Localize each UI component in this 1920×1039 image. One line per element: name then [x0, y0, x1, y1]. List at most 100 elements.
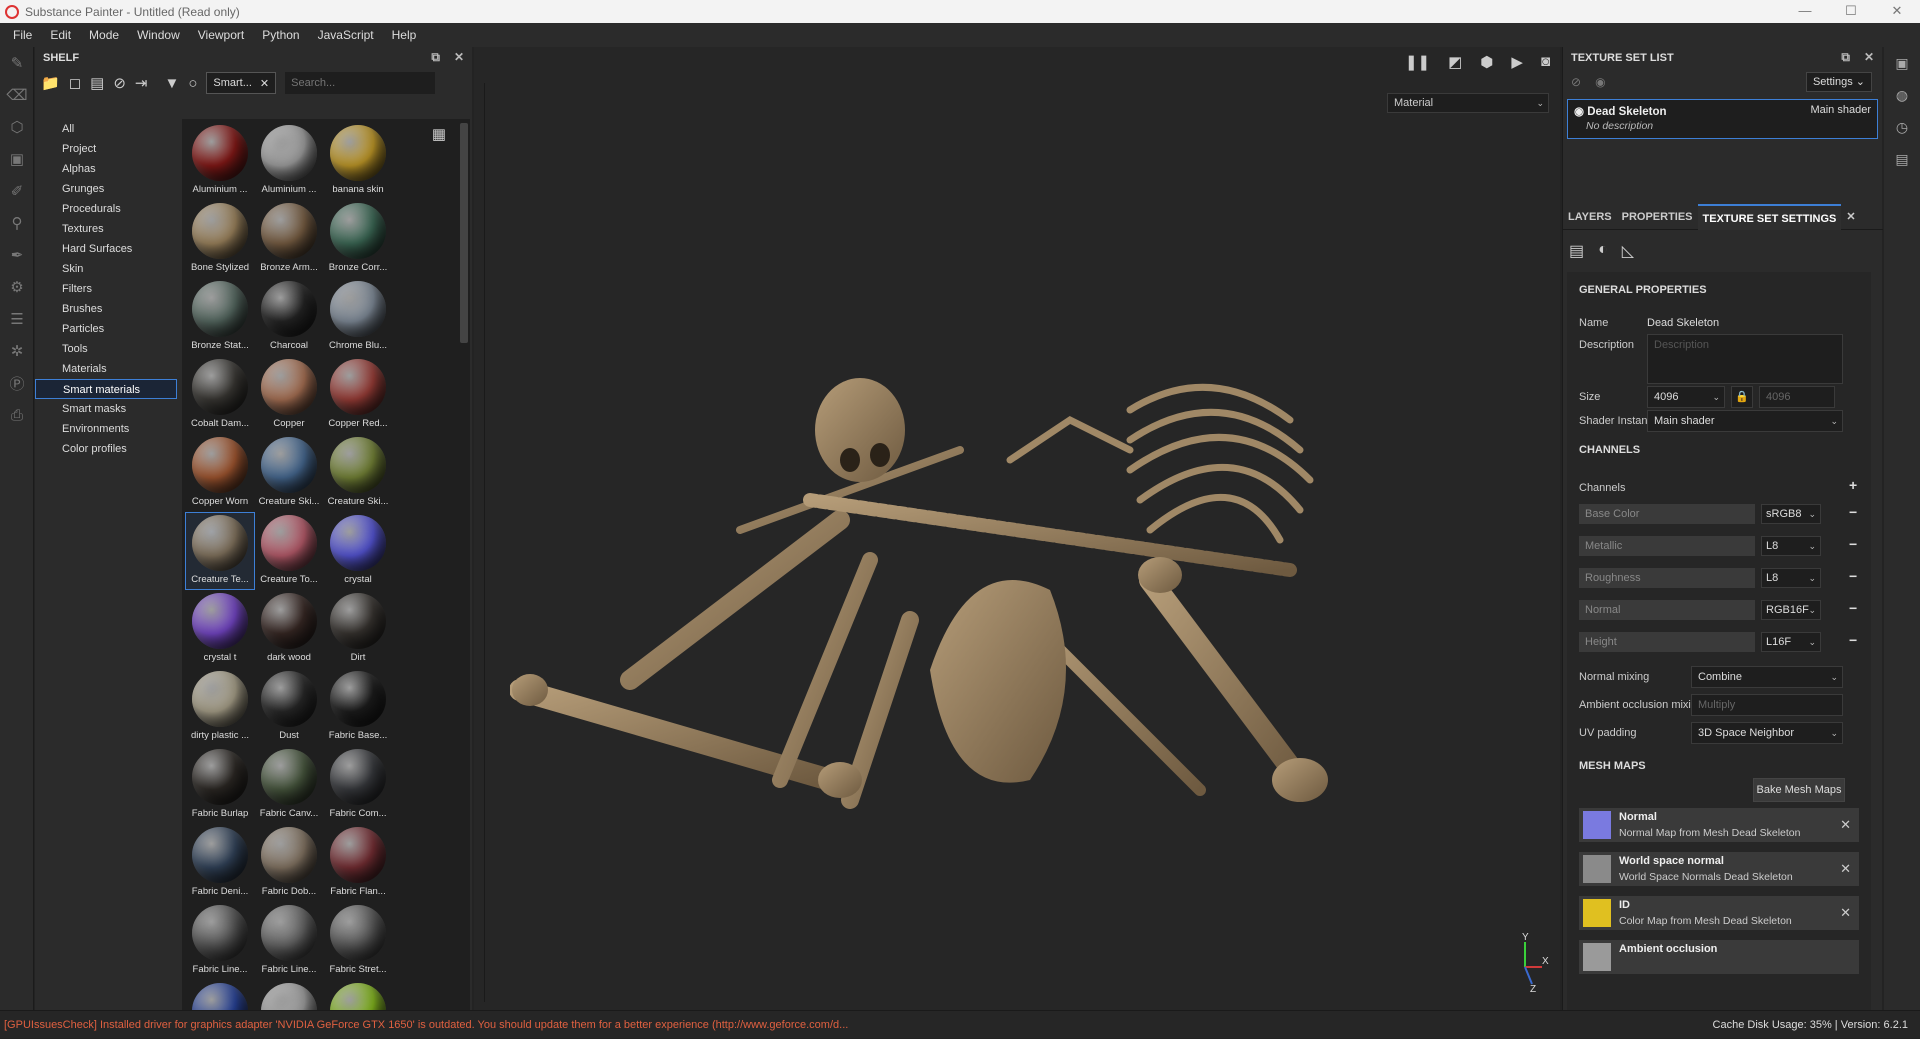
remove-channel-icon[interactable]: −	[1849, 632, 1857, 648]
add-channel-icon[interactable]: +	[1849, 477, 1857, 493]
material-tile[interactable]	[186, 981, 254, 1010]
material-tile[interactable]	[255, 981, 323, 1010]
mesh-map-normal[interactable]: Normal Normal Map from Mesh Dead Skeleto…	[1579, 808, 1859, 842]
material-tile[interactable]: Creature Te...	[185, 512, 255, 590]
remove-channel-icon[interactable]: −	[1849, 568, 1857, 584]
texture-set-shader[interactable]: Main shader	[1810, 104, 1871, 116]
hide-icon[interactable]: ⊘	[1571, 75, 1581, 89]
material-tile[interactable]: Fabric Com...	[324, 747, 392, 823]
smudge-icon[interactable]: ✐	[0, 175, 34, 207]
remove-mesh-map-icon[interactable]: ✕	[1840, 905, 1851, 921]
material-tile[interactable]: Fabric Flan...	[324, 825, 392, 901]
export-icon[interactable]: ⎙	[0, 399, 34, 431]
channel-height[interactable]: Height	[1579, 632, 1755, 652]
view-2d-icon[interactable]: ◩	[1448, 53, 1462, 71]
close-button[interactable]: ✕	[1874, 0, 1920, 23]
camera-icon[interactable]: ▶	[1511, 53, 1523, 71]
category-item[interactable]: All	[35, 119, 177, 139]
material-tile[interactable]: dark wood	[255, 591, 323, 667]
pause-icon[interactable]: ❚❚	[1405, 53, 1430, 71]
category-item[interactable]: Tools	[35, 339, 177, 359]
material-tile[interactable]: Fabric Stret...	[324, 903, 392, 979]
color-picker-icon[interactable]: ✒	[0, 239, 34, 271]
material-tile[interactable]: Bronze Corr...	[324, 201, 392, 277]
texture-set-item[interactable]: ◉ Dead Skeleton Main shader No descripti…	[1567, 99, 1878, 139]
uv-padding-select[interactable]: 3D Space Neighbor ⌄	[1691, 722, 1843, 744]
material-tile[interactable]: Fabric Dob...	[255, 825, 323, 901]
tab-layers[interactable]: LAYERS	[1563, 204, 1617, 230]
material-tile[interactable]: Copper	[255, 357, 323, 433]
category-item[interactable]: Skin	[35, 259, 177, 279]
material-tile[interactable]: Charcoal	[255, 279, 323, 355]
viewport-material-select[interactable]: Material ⌄	[1387, 93, 1549, 113]
channel-format-select[interactable]: sRGB8 ⌄	[1761, 504, 1821, 524]
category-item[interactable]: Environments	[35, 419, 177, 439]
undock-icon[interactable]: ⧉	[1841, 50, 1850, 65]
clear-filter-icon[interactable]: ✕	[260, 77, 269, 90]
undock-icon[interactable]: ⧉	[431, 50, 440, 65]
eye-icon[interactable]: ◉	[1595, 75, 1605, 89]
menu-mode[interactable]: Mode	[80, 28, 128, 42]
material-tile[interactable]: Dust	[255, 669, 323, 745]
material-icon[interactable]: ◐	[1598, 241, 1608, 261]
bake-mesh-maps-button[interactable]: Bake Mesh Maps	[1753, 778, 1845, 802]
projection-icon[interactable]: ⬡	[0, 111, 34, 143]
remove-channel-icon[interactable]: −	[1849, 536, 1857, 552]
filter-icon[interactable]: ▼	[164, 75, 179, 92]
texture-set-icon[interactable]: ▤	[1569, 241, 1584, 261]
material-tile[interactable]: Copper Red...	[324, 357, 392, 433]
menu-help[interactable]: Help	[383, 28, 426, 42]
bake-icon[interactable]: ⚙	[0, 271, 34, 303]
status-error-message[interactable]: [GPUIssuesCheck] Installed driver for gr…	[4, 1019, 848, 1031]
remove-channel-icon[interactable]: −	[1849, 600, 1857, 616]
menu-window[interactable]: Window	[128, 28, 189, 42]
channel-format-select[interactable]: L8 ⌄	[1761, 536, 1821, 556]
uv-icon[interactable]: ◺	[1622, 241, 1634, 261]
settings-dropdown[interactable]: Settings ⌄	[1805, 72, 1872, 92]
view-3d-icon[interactable]: ⬢	[1480, 53, 1493, 71]
mesh-map-id[interactable]: ID Color Map from Mesh Dead Skeleton ✕	[1579, 896, 1859, 930]
material-tile[interactable]: banana skin	[324, 123, 392, 199]
remove-mesh-map-icon[interactable]: ✕	[1840, 861, 1851, 877]
settings-icon[interactable]: ✲	[0, 335, 34, 367]
name-value[interactable]: Dead Skeleton	[1647, 317, 1719, 329]
channel-metallic[interactable]: Metallic	[1579, 536, 1755, 556]
category-item[interactable]: Alphas	[35, 159, 177, 179]
material-tile[interactable]: Aluminium ...	[186, 123, 254, 199]
material-tile[interactable]: Creature Ski...	[324, 435, 392, 511]
log-icon[interactable]: ▤	[1884, 143, 1920, 175]
screenshot-icon[interactable]: ◙	[1541, 53, 1550, 71]
category-item[interactable]: Textures	[35, 219, 177, 239]
category-item[interactable]: Project	[35, 139, 177, 159]
category-item[interactable]: Materials	[35, 359, 177, 379]
shader-instance-select[interactable]: Main shader ⌄	[1647, 410, 1843, 432]
category-item[interactable]: Hard Surfaces	[35, 239, 177, 259]
material-tile[interactable]: Aluminium ...	[255, 123, 323, 199]
close-tab-icon[interactable]: ✕	[1841, 204, 1860, 230]
material-tile[interactable]: Fabric Canv...	[255, 747, 323, 823]
category-item[interactable]: Procedurals	[35, 199, 177, 219]
remove-channel-icon[interactable]: −	[1849, 504, 1857, 520]
menu-javascript[interactable]: JavaScript	[309, 28, 383, 42]
material-tile[interactable]: Copper Worn	[186, 435, 254, 511]
material-tile[interactable]: Bone Stylized	[186, 201, 254, 277]
category-item[interactable]: Particles	[35, 319, 177, 339]
ao-mixing-field[interactable]: Multiply	[1691, 694, 1843, 716]
eraser-icon[interactable]: ⌫	[0, 79, 34, 111]
tab-texture-set-settings[interactable]: TEXTURE SET SETTINGS	[1697, 203, 1842, 230]
category-item[interactable]: Smart masks	[35, 399, 177, 419]
import-icon[interactable]: ▤	[90, 74, 104, 92]
circle-filter-icon[interactable]: ○	[188, 75, 197, 92]
mesh-map-ambient-occlusion[interactable]: Ambient occlusion	[1579, 940, 1859, 974]
category-item[interactable]: Filters	[35, 279, 177, 299]
menu-file[interactable]: File	[4, 28, 41, 42]
menu-viewport[interactable]: Viewport	[189, 28, 253, 42]
minimize-button[interactable]: —	[1782, 0, 1828, 23]
material-tile[interactable]: Creature To...	[255, 513, 323, 589]
eye-icon[interactable]: ◉	[1574, 106, 1584, 118]
remove-mesh-map-icon[interactable]: ✕	[1840, 817, 1851, 833]
size-select[interactable]: 4096 ⌄	[1647, 386, 1725, 408]
description-field[interactable]: Description	[1647, 334, 1843, 384]
category-item[interactable]: Grunges	[35, 179, 177, 199]
new-file-icon[interactable]: ◻	[69, 74, 81, 92]
